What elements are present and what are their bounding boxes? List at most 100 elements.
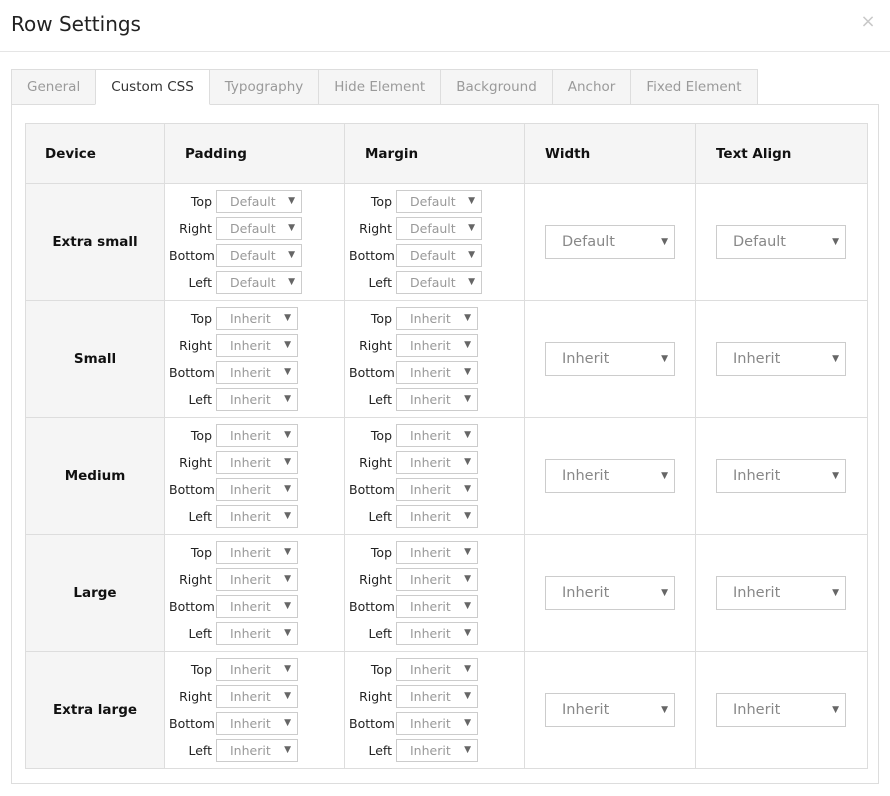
padding-right-select[interactable]: Inherit ▼ bbox=[216, 451, 298, 474]
padding-bottom-select[interactable]: Inherit ▼ bbox=[216, 595, 298, 618]
padding-left-select[interactable]: Inherit ▼ bbox=[216, 622, 298, 645]
margin-right-select[interactable]: Inherit ▼ bbox=[396, 568, 478, 591]
padding-right-label: Right bbox=[179, 455, 212, 470]
caret-down-icon: ▼ bbox=[468, 223, 475, 233]
caret-down-icon: ▼ bbox=[288, 250, 295, 260]
padding-left-select[interactable]: Default ▼ bbox=[216, 271, 302, 294]
margin-top-select[interactable]: Inherit ▼ bbox=[396, 307, 478, 330]
padding-left-select[interactable]: Inherit ▼ bbox=[216, 739, 298, 762]
width-cell: Default ▼ bbox=[524, 183, 696, 301]
margin-right-select[interactable]: Inherit ▼ bbox=[396, 685, 478, 708]
tab-custom-css[interactable]: Custom CSS bbox=[95, 69, 210, 105]
width-select[interactable]: Default ▼ bbox=[545, 225, 675, 259]
margin-left-value: Inherit bbox=[410, 743, 451, 758]
margin-top-select[interactable]: Inherit ▼ bbox=[396, 541, 478, 564]
padding-bottom-select[interactable]: Inherit ▼ bbox=[216, 478, 298, 501]
close-button[interactable]: × bbox=[858, 12, 878, 32]
padding-top-select[interactable]: Inherit ▼ bbox=[216, 424, 298, 447]
padding-bottom-row: Bottom Inherit ▼ bbox=[169, 476, 344, 503]
caret-down-icon: ▼ bbox=[464, 484, 471, 494]
caret-down-icon: ▼ bbox=[284, 457, 291, 467]
caret-down-icon: ▼ bbox=[464, 664, 471, 674]
padding-bottom-select[interactable]: Inherit ▼ bbox=[216, 361, 298, 384]
margin-top-label: Top bbox=[370, 194, 392, 209]
margin-right-value: Inherit bbox=[410, 572, 451, 587]
tab-typography[interactable]: Typography bbox=[208, 69, 320, 105]
padding-left-select[interactable]: Inherit ▼ bbox=[216, 505, 298, 528]
padding-bottom-select[interactable]: Default ▼ bbox=[216, 244, 302, 267]
margin-bottom-row: Bottom Inherit ▼ bbox=[349, 359, 524, 386]
margin-left-select[interactable]: Inherit ▼ bbox=[396, 388, 478, 411]
caret-down-icon: ▼ bbox=[464, 430, 471, 440]
margin-bottom-row: Bottom Inherit ▼ bbox=[349, 593, 524, 620]
caret-down-icon: ▼ bbox=[832, 237, 839, 247]
margin-top-select[interactable]: Default ▼ bbox=[396, 190, 482, 213]
width-select[interactable]: Inherit ▼ bbox=[545, 576, 675, 610]
header-width: Width bbox=[524, 123, 696, 184]
margin-right-select[interactable]: Inherit ▼ bbox=[396, 334, 478, 357]
width-select[interactable]: Inherit ▼ bbox=[545, 459, 675, 493]
tab-anchor[interactable]: Anchor bbox=[551, 69, 632, 105]
padding-top-select[interactable]: Inherit ▼ bbox=[216, 541, 298, 564]
padding-bottom-select[interactable]: Inherit ▼ bbox=[216, 712, 298, 735]
margin-bottom-value: Inherit bbox=[410, 716, 451, 731]
margin-top-select[interactable]: Inherit ▼ bbox=[396, 658, 478, 681]
margin-bottom-select[interactable]: Inherit ▼ bbox=[396, 361, 478, 384]
padding-right-value: Inherit bbox=[230, 455, 271, 470]
margin-left-select[interactable]: Inherit ▼ bbox=[396, 505, 478, 528]
padding-right-select[interactable]: Inherit ▼ bbox=[216, 685, 298, 708]
width-select[interactable]: Inherit ▼ bbox=[545, 693, 675, 727]
margin-right-select[interactable]: Inherit ▼ bbox=[396, 451, 478, 474]
text-align-select[interactable]: Inherit ▼ bbox=[716, 342, 846, 376]
header-text-align: Text Align bbox=[695, 123, 868, 184]
margin-top-value: Inherit bbox=[410, 662, 451, 677]
margin-left-value: Inherit bbox=[410, 626, 451, 641]
margin-left-select[interactable]: Inherit ▼ bbox=[396, 739, 478, 762]
padding-top-label: Top bbox=[190, 194, 212, 209]
padding-right-select[interactable]: Default ▼ bbox=[216, 217, 302, 240]
margin-bottom-select[interactable]: Inherit ▼ bbox=[396, 595, 478, 618]
text-align-select[interactable]: Inherit ▼ bbox=[716, 459, 846, 493]
padding-list: Top Inherit ▼ Right Inherit ▼ Bottom Inherit ▼ Le… bbox=[165, 301, 344, 417]
margin-left-row: Left Inherit ▼ bbox=[349, 386, 524, 413]
margin-left-label: Left bbox=[368, 509, 392, 524]
padding-left-row: Left Inherit ▼ bbox=[169, 503, 344, 530]
padding-right-select[interactable]: Inherit ▼ bbox=[216, 568, 298, 591]
margin-bottom-select[interactable]: Default ▼ bbox=[396, 244, 482, 267]
padding-top-label: Top bbox=[190, 545, 212, 560]
caret-down-icon: ▼ bbox=[284, 691, 291, 701]
text-align-select[interactable]: Default ▼ bbox=[716, 225, 846, 259]
tab-fixed-element[interactable]: Fixed Element bbox=[630, 69, 758, 105]
margin-left-select[interactable]: Inherit ▼ bbox=[396, 622, 478, 645]
padding-right-select[interactable]: Inherit ▼ bbox=[216, 334, 298, 357]
padding-list: Top Inherit ▼ Right Inherit ▼ Bottom Inherit ▼ Le… bbox=[165, 535, 344, 651]
width-select[interactable]: Inherit ▼ bbox=[545, 342, 675, 376]
header-margin: Margin bbox=[344, 123, 525, 184]
margin-left-row: Left Inherit ▼ bbox=[349, 737, 524, 764]
caret-down-icon: ▼ bbox=[284, 745, 291, 755]
margin-left-select[interactable]: Default ▼ bbox=[396, 271, 482, 294]
margin-bottom-value: Inherit bbox=[410, 599, 451, 614]
padding-top-select[interactable]: Inherit ▼ bbox=[216, 307, 298, 330]
padding-left-select[interactable]: Inherit ▼ bbox=[216, 388, 298, 411]
margin-bottom-select[interactable]: Inherit ▼ bbox=[396, 478, 478, 501]
tab-general[interactable]: General bbox=[11, 69, 97, 105]
text-align-select[interactable]: Inherit ▼ bbox=[716, 576, 846, 610]
padding-top-select[interactable]: Default ▼ bbox=[216, 190, 302, 213]
margin-right-row: Right Inherit ▼ bbox=[349, 449, 524, 476]
margin-top-select[interactable]: Inherit ▼ bbox=[396, 424, 478, 447]
margin-right-row: Right Default ▼ bbox=[349, 215, 524, 242]
tab-background[interactable]: Background bbox=[440, 69, 553, 105]
padding-top-value: Inherit bbox=[230, 662, 271, 677]
close-icon: × bbox=[860, 11, 876, 32]
margin-bottom-select[interactable]: Inherit ▼ bbox=[396, 712, 478, 735]
padding-right-row: Right Inherit ▼ bbox=[169, 566, 344, 593]
padding-top-select[interactable]: Inherit ▼ bbox=[216, 658, 298, 681]
text-align-select[interactable]: Inherit ▼ bbox=[716, 693, 846, 727]
margin-right-select[interactable]: Default ▼ bbox=[396, 217, 482, 240]
caret-down-icon: ▼ bbox=[464, 367, 471, 377]
width-cell: Inherit ▼ bbox=[524, 651, 696, 769]
width-cell: Inherit ▼ bbox=[524, 417, 696, 535]
width-value: Inherit bbox=[562, 351, 610, 367]
tab-hide-element[interactable]: Hide Element bbox=[318, 69, 442, 105]
